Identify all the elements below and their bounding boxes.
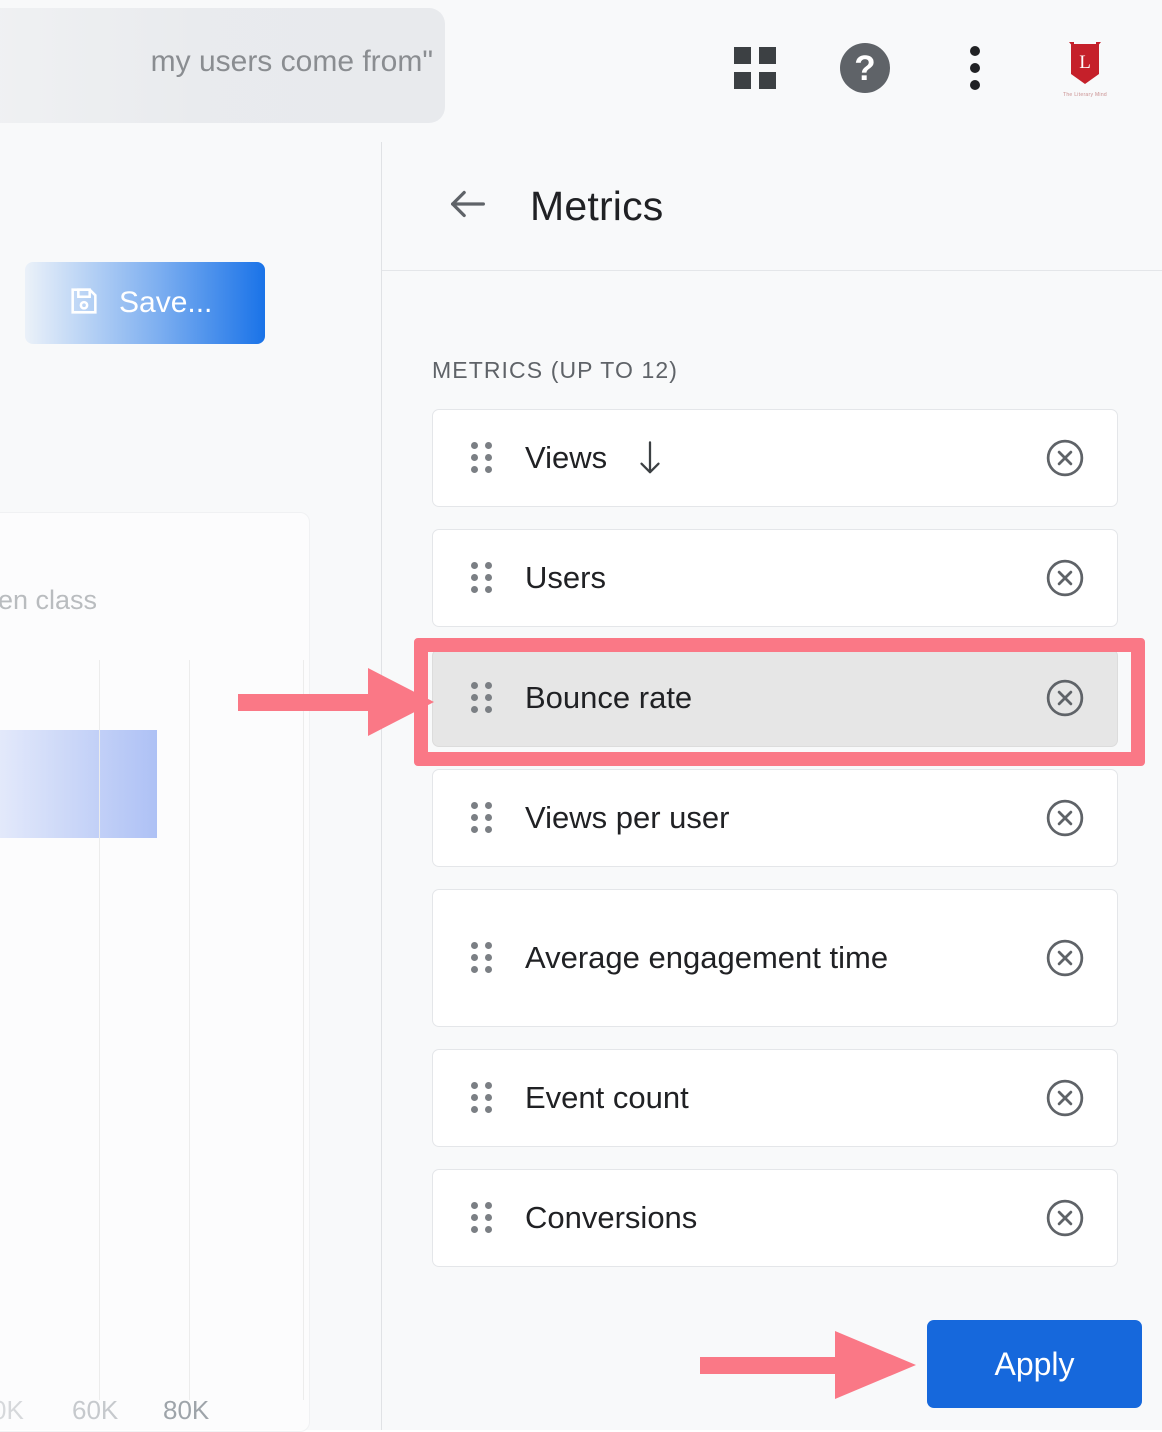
metric-row[interactable]: Conversions	[432, 1169, 1118, 1267]
remove-metric-icon[interactable]	[1043, 1076, 1087, 1120]
metric-label: Bounce rate	[525, 679, 693, 715]
remove-metric-icon[interactable]	[1043, 796, 1087, 840]
drag-handle-icon[interactable]	[471, 942, 493, 974]
panel-header: Metrics	[382, 142, 1162, 271]
remove-metric-icon[interactable]	[1043, 1196, 1087, 1240]
background-gridline	[189, 660, 190, 1400]
background-chart-card	[0, 512, 310, 1432]
apps-grid-button[interactable]	[700, 30, 810, 106]
metric-label: Average engagement time	[525, 939, 889, 975]
apply-button[interactable]: Apply	[927, 1320, 1142, 1408]
page-title: Metrics	[530, 182, 664, 229]
metric-row[interactable]: Event count	[432, 1049, 1118, 1147]
metric-row[interactable]: Views	[432, 409, 1118, 507]
background-axis-tick: 60K	[72, 1395, 119, 1425]
metric-label: Users	[525, 559, 606, 595]
drag-handle-icon[interactable]	[471, 682, 493, 714]
brand-caption: The Literary Mind	[1062, 92, 1107, 98]
apps-grid-icon	[734, 47, 776, 89]
background-chart-bar	[0, 730, 157, 838]
background-gridline	[99, 660, 100, 1400]
svg-text:L: L	[1079, 52, 1091, 73]
drag-handle-icon[interactable]	[471, 1082, 493, 1114]
metric-label: Views per user	[525, 799, 730, 835]
metric-label: Views	[525, 439, 608, 475]
help-question-icon: ?	[840, 43, 890, 93]
banner-logo-icon: L The Literary Mind	[1054, 30, 1116, 106]
remove-metric-icon[interactable]	[1043, 436, 1087, 480]
drag-handle-icon[interactable]	[471, 562, 493, 594]
metrics-section-label: METRICS (UP TO 12)	[432, 357, 679, 383]
metric-row[interactable]: Average engagement time	[432, 889, 1118, 1027]
metric-row[interactable]: Views per user	[432, 769, 1118, 867]
background-axis-tick: 80K	[163, 1395, 210, 1425]
remove-metric-icon[interactable]	[1043, 936, 1087, 980]
remove-metric-icon[interactable]	[1043, 556, 1087, 600]
drag-handle-icon[interactable]	[471, 802, 493, 834]
help-button[interactable]: ?	[810, 30, 920, 106]
background-save-button[interactable]: Save...	[25, 262, 265, 344]
account-avatar-button[interactable]: L The Literary Mind	[1030, 30, 1140, 106]
drag-handle-icon[interactable]	[471, 1202, 493, 1234]
metric-row[interactable]: Bounce rate	[432, 649, 1118, 747]
floppy-disk-icon	[67, 284, 101, 323]
background-card-title: reen class	[0, 585, 98, 615]
more-vertical-icon	[970, 46, 980, 90]
background-search-text: my users come from"	[150, 45, 433, 78]
drag-handle-icon[interactable]	[471, 442, 493, 474]
background-gridline	[303, 660, 304, 1400]
metrics-list: Views Users Bounce rate Views per user Avera…	[432, 409, 1118, 1289]
top-toolbar: ? L The Literary Mind	[700, 30, 1140, 106]
remove-metric-icon[interactable]	[1043, 676, 1087, 720]
metric-label: Conversions	[525, 1199, 698, 1235]
arrow-left-icon	[445, 181, 491, 232]
back-button[interactable]	[444, 182, 492, 230]
more-options-button[interactable]	[920, 30, 1030, 106]
background-axis-tick: 0K	[0, 1395, 24, 1425]
metric-row[interactable]: Users	[432, 529, 1118, 627]
background-save-label: Save...	[119, 286, 213, 319]
metric-label: Event count	[525, 1079, 689, 1115]
sort-descending-arrow-icon[interactable]	[633, 438, 667, 478]
